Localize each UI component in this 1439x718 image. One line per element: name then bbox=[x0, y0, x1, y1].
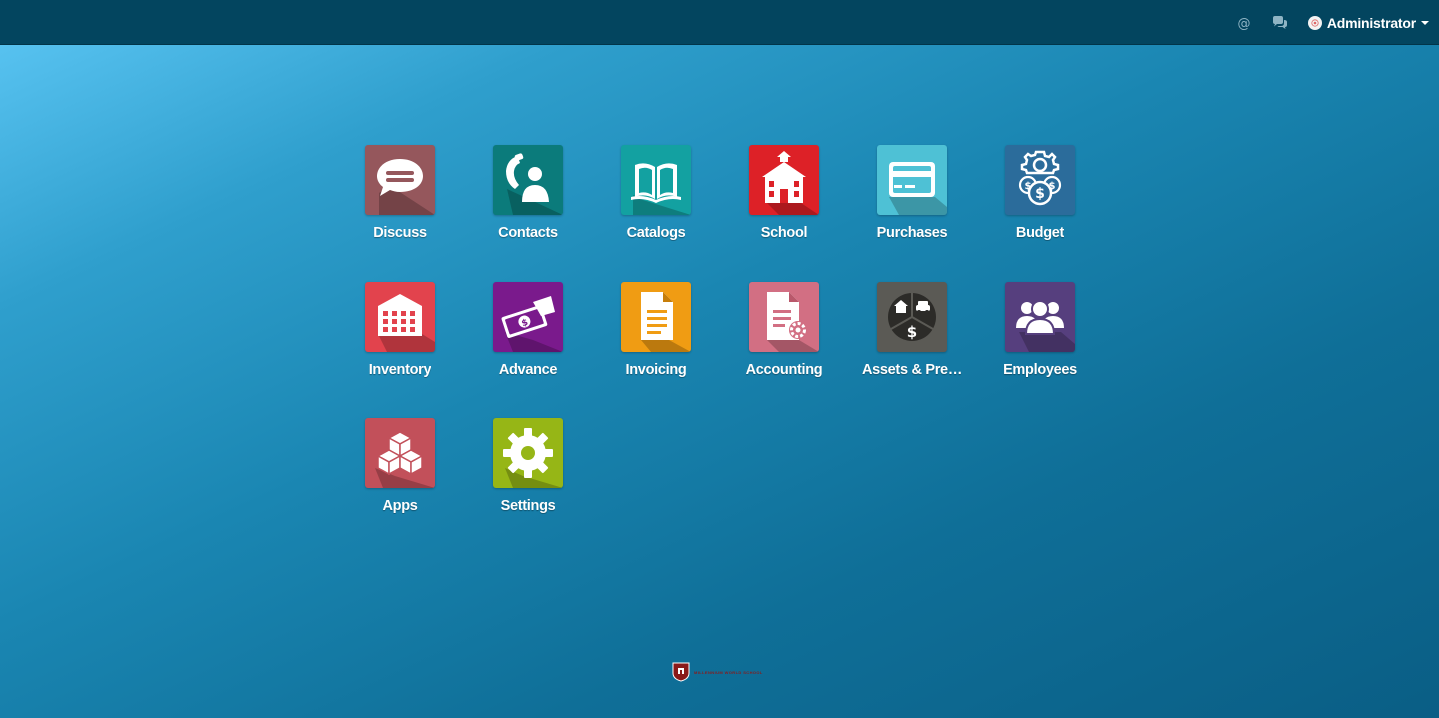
app-contacts[interactable]: Contacts bbox=[468, 145, 588, 255]
app-school[interactable]: School bbox=[724, 145, 844, 255]
at-icon[interactable]: @ bbox=[1236, 15, 1252, 31]
apps-icon bbox=[365, 418, 435, 488]
contacts-icon bbox=[493, 145, 563, 215]
advance-icon: $ bbox=[493, 281, 563, 352]
accounting-icon bbox=[749, 281, 819, 352]
chat-icon[interactable] bbox=[1272, 15, 1288, 31]
app-accounting[interactable]: Accounting bbox=[724, 281, 844, 392]
employees-icon bbox=[1005, 281, 1075, 352]
app-label: Invoicing bbox=[625, 361, 687, 378]
app-label: Advance bbox=[498, 361, 558, 378]
app-inventory[interactable]: Inventory bbox=[340, 281, 460, 392]
app-label: Settings bbox=[500, 498, 556, 514]
catalogs-icon bbox=[621, 145, 691, 215]
app-label: Inventory bbox=[368, 361, 432, 378]
app-purchases[interactable]: Purchases bbox=[852, 145, 972, 255]
app-label: Catalogs bbox=[626, 225, 686, 241]
navbar-systray: @ Administrator bbox=[1236, 0, 1439, 45]
app-label: Assets & Pre… bbox=[861, 361, 963, 378]
budget-icon: $ $ $ bbox=[1005, 145, 1075, 215]
app-discuss[interactable]: Discuss bbox=[340, 145, 460, 255]
svg-text:$: $ bbox=[1035, 186, 1045, 202]
app-employees[interactable]: Employees bbox=[980, 281, 1100, 392]
svg-text:@: @ bbox=[1237, 16, 1250, 30]
app-label: Employees bbox=[1003, 361, 1077, 378]
user-name: Administrator bbox=[1326, 14, 1416, 31]
app-label: Purchases bbox=[876, 225, 948, 241]
svg-text:$: $ bbox=[907, 323, 917, 341]
app-label: Budget bbox=[1015, 225, 1065, 241]
app-label: School bbox=[760, 225, 808, 241]
app-apps[interactable]: Apps bbox=[340, 418, 460, 528]
discuss-icon bbox=[365, 145, 435, 215]
app-label: Apps bbox=[382, 498, 418, 514]
app-label: Discuss bbox=[373, 225, 427, 241]
app-settings[interactable]: Settings bbox=[468, 418, 588, 528]
footer-logo: Millennium World School bbox=[672, 662, 763, 682]
footer-logo-text: Millennium World School bbox=[694, 669, 763, 675]
svg-text:$: $ bbox=[1049, 181, 1056, 192]
app-assets[interactable]: $ Assets & Pre… bbox=[852, 281, 972, 392]
school-icon bbox=[749, 145, 819, 215]
avatar-icon bbox=[1307, 15, 1322, 30]
inventory-icon bbox=[365, 281, 435, 352]
top-navbar: @ Administrator bbox=[0, 0, 1439, 45]
school-crest-icon bbox=[672, 662, 690, 682]
app-label: Contacts bbox=[498, 225, 558, 241]
app-catalogs[interactable]: Catalogs bbox=[596, 145, 716, 255]
svg-text:$: $ bbox=[1025, 181, 1032, 192]
user-menu[interactable]: Administrator bbox=[1307, 0, 1429, 45]
app-invoicing[interactable]: Invoicing bbox=[596, 281, 716, 392]
invoicing-icon bbox=[621, 281, 691, 352]
purchases-icon bbox=[877, 145, 947, 215]
app-budget[interactable]: $ $ $ Budget bbox=[980, 145, 1100, 255]
app-advance[interactable]: $ Advance bbox=[468, 281, 588, 392]
caret-down-icon bbox=[1421, 20, 1429, 25]
assets-icon: $ bbox=[877, 281, 947, 352]
app-label: Accounting bbox=[745, 361, 823, 378]
settings-icon bbox=[493, 418, 563, 488]
